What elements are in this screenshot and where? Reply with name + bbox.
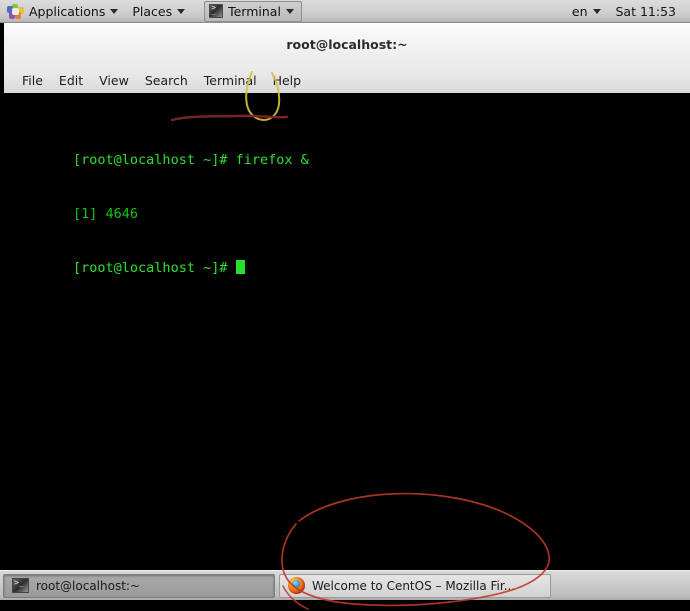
chevron-down-icon bbox=[592, 9, 601, 14]
places-menu-label: Places bbox=[132, 3, 173, 19]
keyboard-layout-indicator[interactable]: en bbox=[565, 0, 608, 23]
bottom-panel: root@localhost:~ Welcome to CentOS – Moz… bbox=[0, 570, 690, 600]
menu-item-search[interactable]: Search bbox=[137, 70, 196, 91]
applications-menu-button[interactable]: Applications bbox=[0, 0, 125, 23]
terminal-window-chrome: root@localhost:~ File Edit View Search T… bbox=[4, 23, 690, 93]
taskbar-item-terminal[interactable]: root@localhost:~ bbox=[3, 573, 275, 598]
menu-item-terminal[interactable]: Terminal bbox=[196, 70, 265, 91]
taskbar-item-firefox[interactable]: Welcome to CentOS – Mozilla Fir... bbox=[279, 573, 551, 598]
menu-item-edit[interactable]: Edit bbox=[51, 70, 91, 91]
shell-job-output: [1] 4646 bbox=[73, 206, 139, 222]
taskbar-item-label: Welcome to CentOS – Mozilla Fir... bbox=[312, 578, 516, 593]
panel-window-button-label: Terminal bbox=[228, 3, 281, 19]
terminal-window: root@localhost:~ File Edit View Search T… bbox=[4, 23, 690, 570]
panel-window-button-terminal[interactable]: Terminal bbox=[204, 0, 302, 22]
terminal-line: [1] 4646 bbox=[8, 187, 690, 222]
menu-item-view[interactable]: View bbox=[91, 70, 137, 91]
desktop-screen: Applications Places Terminal en Sat 11:5… bbox=[0, 0, 690, 611]
shell-prompt: [root@localhost ~]# bbox=[73, 260, 236, 276]
chevron-down-icon bbox=[110, 9, 119, 14]
firefox-icon bbox=[288, 577, 305, 594]
shell-command: firefox & bbox=[235, 152, 309, 168]
clock[interactable]: Sat 11:53 bbox=[610, 4, 683, 19]
terminal-output-area[interactable]: [root@localhost ~]# firefox & [1] 4646 [… bbox=[4, 93, 690, 570]
chevron-down-icon bbox=[177, 9, 186, 14]
terminal-icon bbox=[12, 578, 29, 593]
places-menu-button[interactable]: Places bbox=[125, 0, 192, 23]
terminal-line: [root@localhost ~]# firefox & bbox=[8, 133, 690, 168]
terminal-icon bbox=[209, 3, 224, 18]
applications-menu-label: Applications bbox=[29, 3, 106, 19]
menu-item-help[interactable]: Help bbox=[265, 70, 310, 91]
terminal-window-title: root@localhost:~ bbox=[286, 37, 408, 52]
menu-item-file[interactable]: File bbox=[14, 70, 51, 91]
keyboard-layout-label: en bbox=[571, 3, 588, 19]
desktop-bottom-gutter bbox=[0, 600, 690, 611]
top-panel-right-tray: en Sat 11:53 bbox=[565, 0, 690, 23]
top-panel: Applications Places Terminal en Sat 11:5… bbox=[0, 0, 690, 23]
terminal-menubar: File Edit View Search Terminal Help bbox=[4, 66, 690, 94]
centos-pinwheel-icon bbox=[7, 3, 24, 19]
shell-prompt: [root@localhost ~]# bbox=[73, 152, 236, 168]
taskbar-item-label: root@localhost:~ bbox=[36, 578, 141, 593]
block-cursor-icon bbox=[235, 260, 245, 274]
taskbar-empty-area bbox=[597, 574, 687, 598]
terminal-line: [root@localhost ~]# bbox=[8, 241, 690, 276]
chevron-down-icon bbox=[285, 9, 294, 14]
